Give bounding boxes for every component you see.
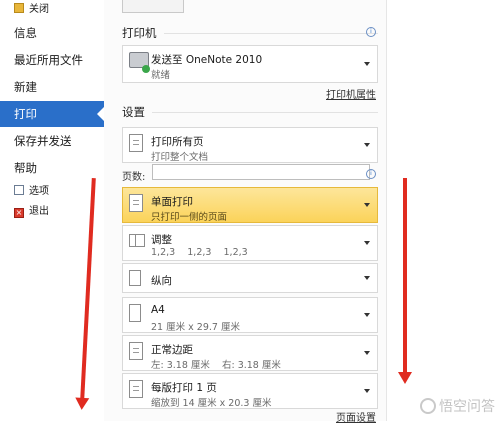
print-range-main: 打印所有页 xyxy=(151,136,204,148)
printer-status: 就绪 xyxy=(151,70,171,81)
paper-main: A4 xyxy=(151,304,165,316)
pages-per-sheet-dropdown[interactable]: 每版打印 1 页 缩放到 14 厘米 x 20.3 厘米 xyxy=(122,373,378,409)
info-icon[interactable]: i xyxy=(366,27,376,37)
chevron-down-icon xyxy=(364,276,370,280)
divider xyxy=(152,112,378,113)
nav-options-label: 选项 xyxy=(29,186,49,197)
chevron-down-icon xyxy=(364,143,370,147)
chevron-down-icon xyxy=(364,351,370,355)
nav-exit-label: 退出 xyxy=(29,206,49,217)
nav-help[interactable]: 帮助 xyxy=(0,155,104,181)
nav-save-send[interactable]: 保存并发送 xyxy=(0,128,104,154)
settings-section-title: 设置 xyxy=(122,105,145,119)
printer-icon xyxy=(129,52,150,73)
nav-exit[interactable]: × 退出 xyxy=(0,202,104,222)
margins-sub: 左: 3.18 厘米 右: 3.18 厘米 xyxy=(151,360,281,371)
nav-recent[interactable]: 最近所用文件 xyxy=(0,47,104,73)
nav-close-label: 关闭 xyxy=(29,4,49,15)
portrait-icon xyxy=(129,270,141,286)
exit-icon: × xyxy=(14,208,24,218)
watermark-text: 悟空问答 xyxy=(439,399,495,415)
collate-sub: 1,2,3 1,2,3 1,2,3 xyxy=(151,247,248,258)
sides-sub: 只打印一侧的页面 xyxy=(151,212,228,223)
margins-dropdown[interactable]: 正常边距 左: 3.18 厘米 右: 3.18 厘米 xyxy=(122,335,378,371)
options-icon xyxy=(14,185,24,195)
printer-properties-link[interactable]: 打印机属性 xyxy=(326,86,376,101)
sides-dropdown[interactable]: 单面打印 只打印一侧的页面 xyxy=(122,187,378,223)
print-range-sub: 打印整个文档 xyxy=(151,152,209,163)
chevron-down-icon xyxy=(364,313,370,317)
watermark-logo-icon xyxy=(420,398,436,414)
margins-icon xyxy=(129,342,143,360)
chevron-down-icon xyxy=(364,389,370,393)
print-range-dropdown[interactable]: 打印所有页 打印整个文档 xyxy=(122,127,378,163)
nav-new[interactable]: 新建 xyxy=(0,74,104,100)
print-settings-panel: 打印机 i 发送至 OneNote 2010 就绪 打印机属性 设置 打印所有页… xyxy=(104,0,386,424)
divider xyxy=(164,33,378,34)
printer-section-title: 打印机 xyxy=(122,26,157,40)
sides-main: 单面打印 xyxy=(151,196,193,208)
printer-dropdown[interactable]: 发送至 OneNote 2010 就绪 xyxy=(122,45,378,83)
collate-dropdown[interactable]: 调整 1,2,3 1,2,3 1,2,3 xyxy=(122,225,378,261)
pages-label: 页数: xyxy=(122,172,146,183)
nav-options[interactable]: 选项 xyxy=(0,182,104,202)
page-setup-link[interactable]: 页面设置 xyxy=(336,409,376,424)
backstage-nav: 关闭 信息 最近所用文件 新建 打印 保存并发送 帮助 选项 × 退出 xyxy=(0,0,105,421)
chevron-down-icon xyxy=(364,203,370,207)
nav-info[interactable]: 信息 xyxy=(0,20,104,46)
nav-close[interactable]: 关闭 xyxy=(0,0,104,20)
folder-icon xyxy=(14,3,24,13)
ready-check-icon xyxy=(142,65,150,73)
orientation-dropdown[interactable]: 纵向 xyxy=(122,263,378,293)
collate-main: 调整 xyxy=(151,234,172,246)
pages-input[interactable] xyxy=(152,164,370,180)
pages-icon xyxy=(129,134,143,152)
pages-per-sheet-icon xyxy=(129,380,143,398)
chevron-down-icon xyxy=(364,62,370,66)
per-sheet-main: 每版打印 1 页 xyxy=(151,382,217,394)
paper-size-dropdown[interactable]: A4 21 厘米 x 29.7 厘米 xyxy=(122,297,378,333)
watermark: 悟空问答 xyxy=(420,396,495,416)
print-preview-area: 悟空问答 xyxy=(386,0,500,421)
chevron-down-icon xyxy=(364,241,370,245)
nav-print[interactable]: 打印 xyxy=(0,101,105,127)
paper-icon xyxy=(129,304,141,322)
orientation-main: 纵向 xyxy=(151,275,172,287)
paper-sub: 21 厘米 x 29.7 厘米 xyxy=(151,322,240,333)
single-sided-icon xyxy=(129,194,143,212)
info-icon[interactable]: i xyxy=(366,169,376,179)
margins-main: 正常边距 xyxy=(151,344,193,356)
printer-name: 发送至 OneNote 2010 xyxy=(151,54,263,66)
per-sheet-sub: 缩放到 14 厘米 x 20.3 厘米 xyxy=(151,398,272,409)
annotation-arrow-right xyxy=(398,178,412,384)
print-button[interactable] xyxy=(122,0,184,13)
